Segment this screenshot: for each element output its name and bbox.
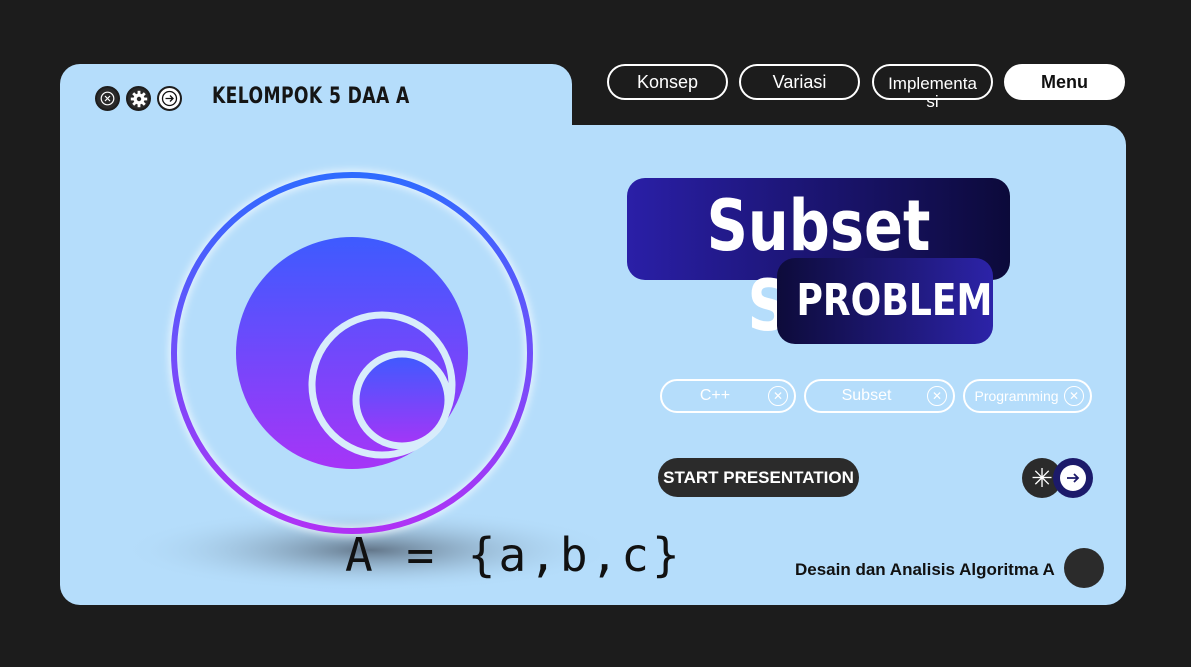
close-icon[interactable]: ✕ xyxy=(927,386,947,406)
tab-implementasi[interactable]: Implementa si xyxy=(872,64,993,111)
circles-illustration xyxy=(120,170,600,590)
window-controls xyxy=(95,86,182,111)
tag-chip-subset[interactable]: Subset ✕ xyxy=(804,379,955,413)
close-icon[interactable]: ✕ xyxy=(768,386,788,406)
start-presentation-button[interactable]: START PRESENTATION xyxy=(658,458,859,497)
arrow-right-icon[interactable] xyxy=(157,86,182,111)
tag-chip-programming[interactable]: Programming ✕ xyxy=(963,379,1092,413)
tag-chip-label: Programming xyxy=(974,388,1059,404)
tab-konsep[interactable]: Konsep xyxy=(607,64,728,100)
close-icon[interactable] xyxy=(95,86,120,111)
tab-variasi[interactable]: Variasi xyxy=(739,64,860,100)
formula-text: A = {a,b,c} xyxy=(345,528,683,582)
next-button[interactable] xyxy=(1053,458,1093,498)
brand-title: KELOMPOK 5 DAA A xyxy=(212,84,410,109)
footer-dot xyxy=(1064,548,1104,588)
tab-menu[interactable]: Menu xyxy=(1004,64,1125,100)
close-icon[interactable]: ✕ xyxy=(1064,386,1084,406)
tag-chip-cpp[interactable]: C++ ✕ xyxy=(660,379,796,413)
page-subtitle: PROBLEM xyxy=(796,275,993,326)
tab-implementasi-label: Implementa si xyxy=(888,74,977,111)
tag-chip-label: Subset xyxy=(841,387,892,404)
small-ring xyxy=(352,350,452,450)
footer-caption: Desain dan Analisis Algoritma A xyxy=(795,560,1055,579)
arrow-right-icon xyxy=(1060,465,1086,491)
gear-icon[interactable] xyxy=(126,86,151,111)
tag-chip-label: C++ xyxy=(699,387,731,404)
